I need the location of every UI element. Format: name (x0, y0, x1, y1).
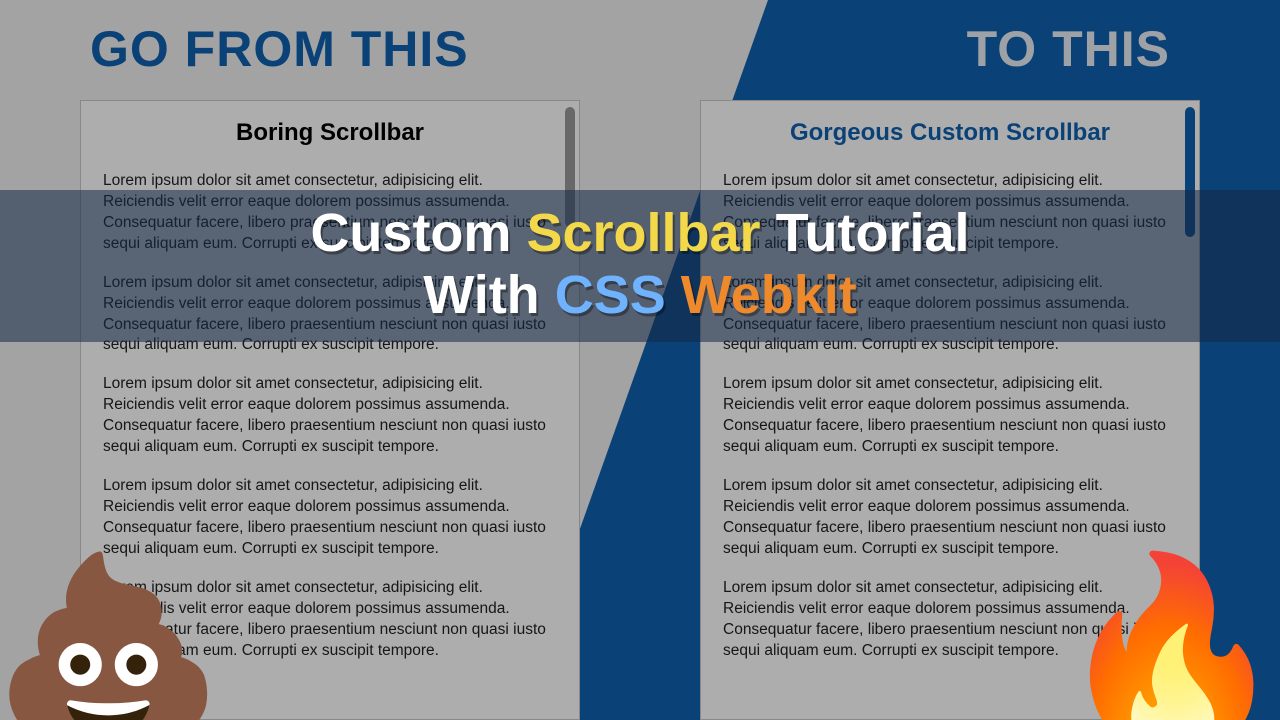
title-word: With (423, 265, 539, 325)
title-word: Custom (310, 203, 511, 263)
video-title: Custom Scrollbar Tutorial With CSS Webki… (0, 190, 1280, 342)
lorem-paragraph: Lorem ipsum dolor sit amet consectetur, … (103, 476, 557, 560)
lorem-paragraph: Lorem ipsum dolor sit amet consectetur, … (103, 374, 557, 458)
boring-heading: Boring Scrollbar (81, 101, 579, 167)
title-word: Scrollbar (526, 203, 760, 263)
label-to-this: TO THIS (967, 20, 1170, 78)
lorem-paragraph: Lorem ipsum dolor sit amet consectetur, … (723, 476, 1177, 560)
poop-icon: 💩 (0, 560, 227, 720)
thumbnail-stage: GO FROM THIS TO THIS Boring Scrollbar Lo… (0, 0, 1280, 720)
title-word: CSS (555, 265, 666, 325)
label-go-from-this: GO FROM THIS (90, 20, 469, 78)
title-word: Webkit (681, 265, 857, 325)
gorgeous-heading: Gorgeous Custom Scrollbar (701, 101, 1199, 167)
lorem-paragraph: Lorem ipsum dolor sit amet consectetur, … (723, 374, 1177, 458)
fire-icon: 🔥 (1053, 560, 1280, 720)
title-word: Tutorial (776, 203, 970, 263)
